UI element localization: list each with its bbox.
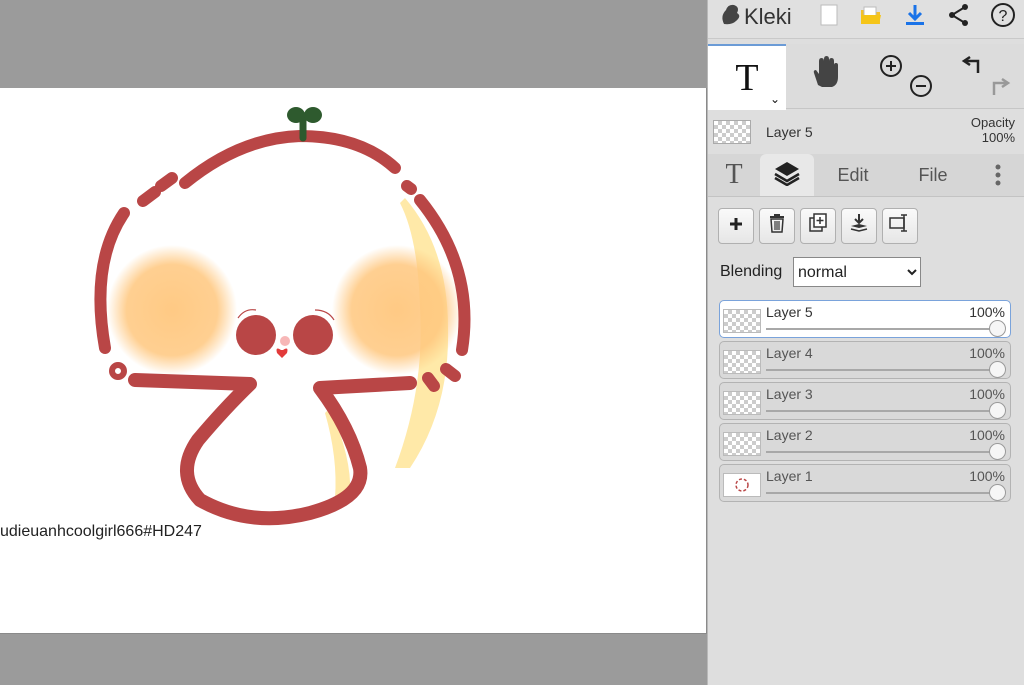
layer-item-2[interactable]: Layer 2 100% [719, 423, 1011, 461]
layer-opacity-slider[interactable] [766, 328, 996, 330]
layer-opacity-handle[interactable] [989, 402, 1006, 419]
rename-layer-button[interactable] [882, 208, 918, 244]
more-menu-icon[interactable] [983, 154, 1013, 196]
rename-icon [889, 213, 911, 239]
nose [280, 336, 290, 346]
trash-icon [768, 213, 786, 239]
blending-select[interactable]: normal [793, 257, 921, 287]
help-icon[interactable]: ? [988, 0, 1018, 30]
redo-icon[interactable] [992, 77, 1010, 95]
layer-name: Layer 5 [766, 304, 813, 320]
heart-mouth [276, 348, 288, 358]
layer-thumbnail [723, 473, 761, 497]
history-tools [946, 44, 1024, 108]
stem-outline [128, 373, 417, 526]
opacity-label: Opacity [970, 115, 1015, 130]
tab-tool-settings[interactable]: T [708, 154, 760, 196]
squirrel-logo-icon [718, 2, 742, 33]
app-logo[interactable]: Kleki [718, 2, 792, 32]
hand-icon [810, 55, 842, 97]
duplicate-icon [808, 213, 828, 239]
opacity-readout[interactable]: Opacity 100% [971, 115, 1015, 145]
artist-signature: udieuanhcoolgirl666#HD247 [0, 523, 202, 540]
layer-thumbnail [723, 309, 761, 333]
layer-thumbnail [723, 350, 761, 374]
duplicate-layer-button[interactable] [800, 208, 836, 244]
plus-icon [728, 215, 744, 238]
layer-name: Layer 1 [766, 468, 813, 484]
blending-label: Blending [720, 263, 783, 280]
hand-tool-button[interactable] [786, 44, 866, 108]
layer-opacity-slider[interactable] [766, 492, 996, 494]
left-eye [236, 315, 276, 355]
layer-item-4[interactable]: Layer 4 100% [719, 341, 1011, 379]
layer-item-3[interactable]: Layer 3 100% [719, 382, 1011, 420]
panel-tabs: T Edit File [708, 154, 1024, 197]
share-icon[interactable] [944, 0, 974, 30]
canvas-viewport[interactable]: udieuanhcoolgirl666#HD247 [0, 0, 707, 685]
open-folder-icon[interactable] [856, 0, 886, 30]
tab-file[interactable]: File [898, 154, 968, 196]
current-layer-thumbnail [713, 120, 751, 144]
layer-opacity: 100% [969, 468, 1005, 484]
right-eye [293, 315, 333, 355]
tool-row: T ⌄ [708, 44, 1024, 110]
current-layer-info: Layer 5 Opacity 100% [708, 110, 1024, 154]
layer-opacity-slider[interactable] [766, 451, 996, 453]
tab-layers[interactable] [760, 154, 814, 196]
left-cheek-blush [107, 245, 237, 375]
layer-opacity-handle[interactable] [989, 361, 1006, 378]
drawing-canvas[interactable]: udieuanhcoolgirl666#HD247 [0, 88, 707, 634]
current-layer-name: Layer 5 [766, 124, 813, 140]
sprout-leaf-right [304, 107, 322, 123]
layer-opacity-handle[interactable] [989, 320, 1006, 337]
zoom-tools [866, 44, 946, 108]
merge-layer-down-button[interactable] [841, 208, 877, 244]
layer-opacity-slider[interactable] [766, 369, 996, 371]
tab-edit[interactable]: Edit [818, 154, 888, 196]
add-layer-button[interactable] [718, 208, 754, 244]
text-tool-icon: T [735, 57, 759, 99]
layer-name: Layer 4 [766, 345, 813, 361]
blending-control: Blending normal [719, 256, 929, 288]
layer-opacity-slider[interactable] [766, 410, 996, 412]
undo-icon[interactable] [961, 55, 979, 73]
layer-item-1[interactable]: Layer 1 100% [719, 464, 1011, 502]
svg-text:?: ? [999, 8, 1008, 25]
layer-opacity: 100% [969, 386, 1005, 402]
sidebar-panel: Kleki ? T ⌄ Layer 5 Opacity 100% T Edit … [707, 0, 1024, 685]
right-cheek-blush [332, 245, 462, 375]
layer-name: Layer 3 [766, 386, 813, 402]
layer-name: Layer 2 [766, 427, 813, 443]
zoom-out-icon[interactable] [910, 75, 932, 97]
app-name: Kleki [744, 4, 792, 29]
text-tool-button[interactable]: T ⌄ [708, 44, 786, 110]
layer-thumbnail [723, 432, 761, 456]
layer-opacity: 100% [969, 345, 1005, 361]
merge-down-icon [849, 213, 869, 239]
new-image-icon[interactable] [814, 0, 844, 30]
zoom-in-icon[interactable] [880, 55, 902, 77]
layer-opacity: 100% [969, 427, 1005, 443]
mushroom-drawing [94, 107, 471, 526]
chevron-down-icon[interactable]: ⌄ [770, 92, 780, 106]
delete-layer-button[interactable] [759, 208, 795, 244]
layers-icon [773, 160, 801, 191]
layer-item-5[interactable]: Layer 5 100% [719, 300, 1011, 338]
sprout-leaf-left [287, 107, 305, 123]
layer-opacity-handle[interactable] [989, 443, 1006, 460]
layer-thumbnail [723, 391, 761, 415]
layer-opacity: 100% [969, 304, 1005, 320]
download-icon[interactable] [900, 0, 930, 30]
opacity-value: 100% [981, 130, 1015, 145]
top-bar: Kleki ? [708, 0, 1024, 39]
layer-opacity-handle[interactable] [989, 484, 1006, 501]
